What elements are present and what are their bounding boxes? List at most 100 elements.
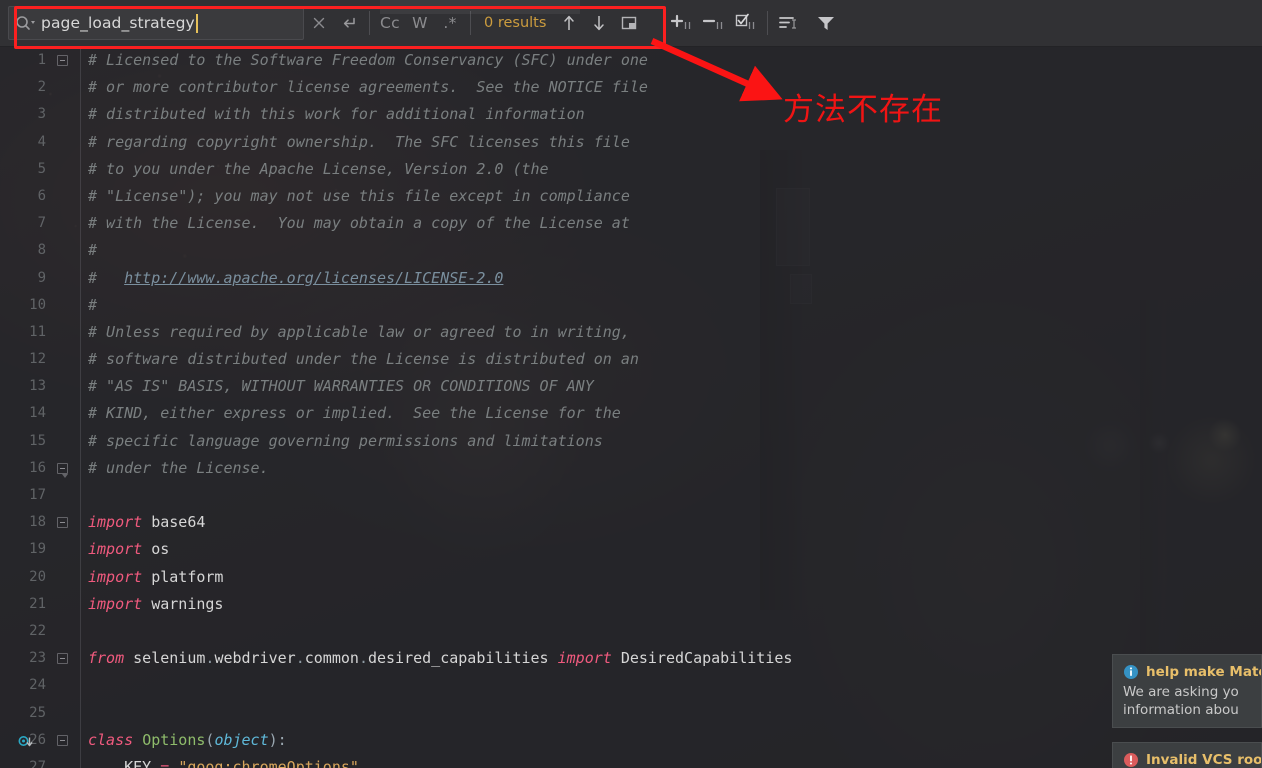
code-line-text[interactable]: # regarding copyright ownership. The SFC… <box>88 129 630 156</box>
search-input-field[interactable]: page_load_strategy <box>8 6 304 40</box>
code-line-text[interactable]: # Licensed to the Software Freedom Conse… <box>88 47 648 74</box>
gutter-marker[interactable] <box>50 700 80 727</box>
code-line[interactable]: 23 from selenium.webdriver.common.desired… <box>0 645 1262 672</box>
code-line[interactable]: 19 import os <box>0 536 1262 563</box>
gutter-marker[interactable] <box>50 265 80 292</box>
code-line-text[interactable]: # "License"); you may not use this file … <box>88 183 630 210</box>
code-line-text[interactable]: # <box>88 292 97 319</box>
add-occurrence-icon[interactable] <box>666 6 698 40</box>
code-lines-container[interactable]: 1 # Licensed to the Software Freedom Cons… <box>0 47 1262 768</box>
code-line[interactable]: 27 KEY = "goog:chromeOptions" <box>0 754 1262 768</box>
gutter-marker[interactable] <box>50 428 80 455</box>
code-line-text[interactable]: import os <box>88 536 169 563</box>
code-line-text[interactable]: KEY = "goog:chromeOptions" <box>88 754 359 768</box>
code-editor[interactable]: 1 # Licensed to the Software Freedom Cons… <box>0 0 1262 768</box>
code-line[interactable]: 13 # "AS IS" BASIS, WITHOUT WARRANTIES OR… <box>0 373 1262 400</box>
occurrence-tools-group[interactable] <box>666 6 762 40</box>
code-line-text[interactable]: # with the License. You may obtain a cop… <box>88 210 630 237</box>
clear-search-button[interactable] <box>304 6 334 40</box>
words-button[interactable]: W <box>405 6 435 40</box>
gutter-marker[interactable] <box>50 74 80 101</box>
gutter-marker[interactable] <box>50 482 80 509</box>
fold-end-icon[interactable] <box>57 462 68 478</box>
gutter-marker[interactable] <box>50 455 80 482</box>
code-line-text[interactable] <box>88 672 97 699</box>
gutter-marker[interactable] <box>18 727 80 754</box>
code-line-text[interactable]: # or more contributor license agreements… <box>88 74 648 101</box>
code-line[interactable]: 9 # http://www.apache.org/licenses/LICENS… <box>0 265 1262 292</box>
code-line[interactable]: 16 # under the License. <box>0 455 1262 482</box>
code-line[interactable]: 2 # or more contributor license agreement… <box>0 74 1262 101</box>
code-line[interactable]: 4 # regarding copyright ownership. The SF… <box>0 129 1262 156</box>
code-line-text[interactable]: # Unless required by applicable law or a… <box>88 319 630 346</box>
overridden-member-icon[interactable] <box>18 733 34 749</box>
code-line[interactable]: 3 # distributed with this work for additi… <box>0 101 1262 128</box>
gutter-marker[interactable] <box>50 156 80 183</box>
filter-icon[interactable] <box>811 6 841 40</box>
code-line[interactable]: 8 # <box>0 237 1262 264</box>
fold-collapse-icon[interactable] <box>57 653 68 665</box>
code-line[interactable]: 12 # software distributed under the Licen… <box>0 346 1262 373</box>
gutter-marker[interactable] <box>50 183 80 210</box>
gutter-marker[interactable] <box>50 754 80 768</box>
match-case-button[interactable]: Cc <box>375 6 405 40</box>
code-line[interactable]: 5 # to you under the Apache License, Vers… <box>0 156 1262 183</box>
open-find-panel-button[interactable] <box>614 6 644 40</box>
code-line[interactable]: 17 <box>0 482 1262 509</box>
gutter-marker[interactable] <box>50 129 80 156</box>
code-line-text[interactable]: # to you under the Apache License, Versi… <box>88 156 549 183</box>
gutter-marker[interactable] <box>50 509 80 536</box>
remove-occurrence-icon[interactable] <box>698 6 730 40</box>
code-line-text[interactable]: # "AS IS" BASIS, WITHOUT WARRANTIES OR C… <box>88 373 594 400</box>
code-line[interactable]: 11 # Unless required by applicable law or… <box>0 319 1262 346</box>
code-line[interactable]: 10 # <box>0 292 1262 319</box>
code-line-text[interactable]: class Options(object): <box>88 727 287 754</box>
code-line[interactable]: 14 # KIND, either express or implied. See… <box>0 400 1262 427</box>
gutter-marker[interactable] <box>50 536 80 563</box>
gutter-marker[interactable] <box>50 645 80 672</box>
search-input-value[interactable]: page_load_strategy <box>41 14 195 32</box>
code-line-text[interactable]: import base64 <box>88 509 205 536</box>
gutter-marker[interactable] <box>50 373 80 400</box>
code-line-text[interactable]: # distributed with this work for additio… <box>88 101 585 128</box>
code-line[interactable]: 6 # "License"); you may not use this file… <box>0 183 1262 210</box>
search-icon[interactable] <box>15 7 41 39</box>
fold-collapse-icon[interactable] <box>57 55 68 66</box>
code-line-text[interactable] <box>88 618 97 645</box>
gutter-marker[interactable] <box>50 101 80 128</box>
previous-occurrence-button[interactable] <box>554 6 584 40</box>
fold-collapse-icon[interactable] <box>57 734 68 746</box>
gutter-marker[interactable] <box>50 400 80 427</box>
code-line-text[interactable]: import warnings <box>88 591 223 618</box>
sort-icon[interactable] <box>773 6 803 40</box>
code-line[interactable]: 25 <box>0 700 1262 727</box>
code-line[interactable]: 15 # specific language governing permissi… <box>0 428 1262 455</box>
code-line[interactable]: 21 import warnings <box>0 591 1262 618</box>
code-line-text[interactable]: # KIND, either express or implied. See t… <box>88 400 621 427</box>
code-line-text[interactable]: # http://www.apache.org/licenses/LICENSE… <box>88 265 503 292</box>
view-tools-group[interactable] <box>773 6 841 40</box>
gutter-marker[interactable] <box>50 564 80 591</box>
gutter-marker[interactable] <box>50 346 80 373</box>
code-line-text[interactable]: # software distributed under the License… <box>88 346 639 373</box>
code-line[interactable]: 22 <box>0 618 1262 645</box>
code-line-text[interactable] <box>88 700 97 727</box>
code-line-text[interactable] <box>88 482 97 509</box>
gutter-marker[interactable] <box>50 319 80 346</box>
notification-balloon-help-make[interactable]: help make Mate We are asking yo informat… <box>1112 654 1262 728</box>
code-line-text[interactable]: # under the License. <box>88 455 269 482</box>
regex-button[interactable]: .* <box>435 6 465 40</box>
search-options-group[interactable]: Cc W .* <box>375 6 465 40</box>
code-line[interactable]: 1 # Licensed to the Software Freedom Cons… <box>0 47 1262 74</box>
code-line[interactable]: 20 import platform <box>0 564 1262 591</box>
new-line-button[interactable] <box>334 6 364 40</box>
gutter-marker[interactable] <box>50 591 80 618</box>
fold-collapse-icon[interactable] <box>57 517 68 529</box>
gutter-marker[interactable] <box>50 292 80 319</box>
code-line[interactable]: 7 # with the License. You may obtain a co… <box>0 210 1262 237</box>
code-line[interactable]: 18 import base64 <box>0 509 1262 536</box>
navigation-group[interactable] <box>554 6 644 40</box>
code-line-text[interactable]: # specific language governing permission… <box>88 428 603 455</box>
gutter-marker[interactable] <box>50 672 80 699</box>
gutter-marker[interactable] <box>50 210 80 237</box>
